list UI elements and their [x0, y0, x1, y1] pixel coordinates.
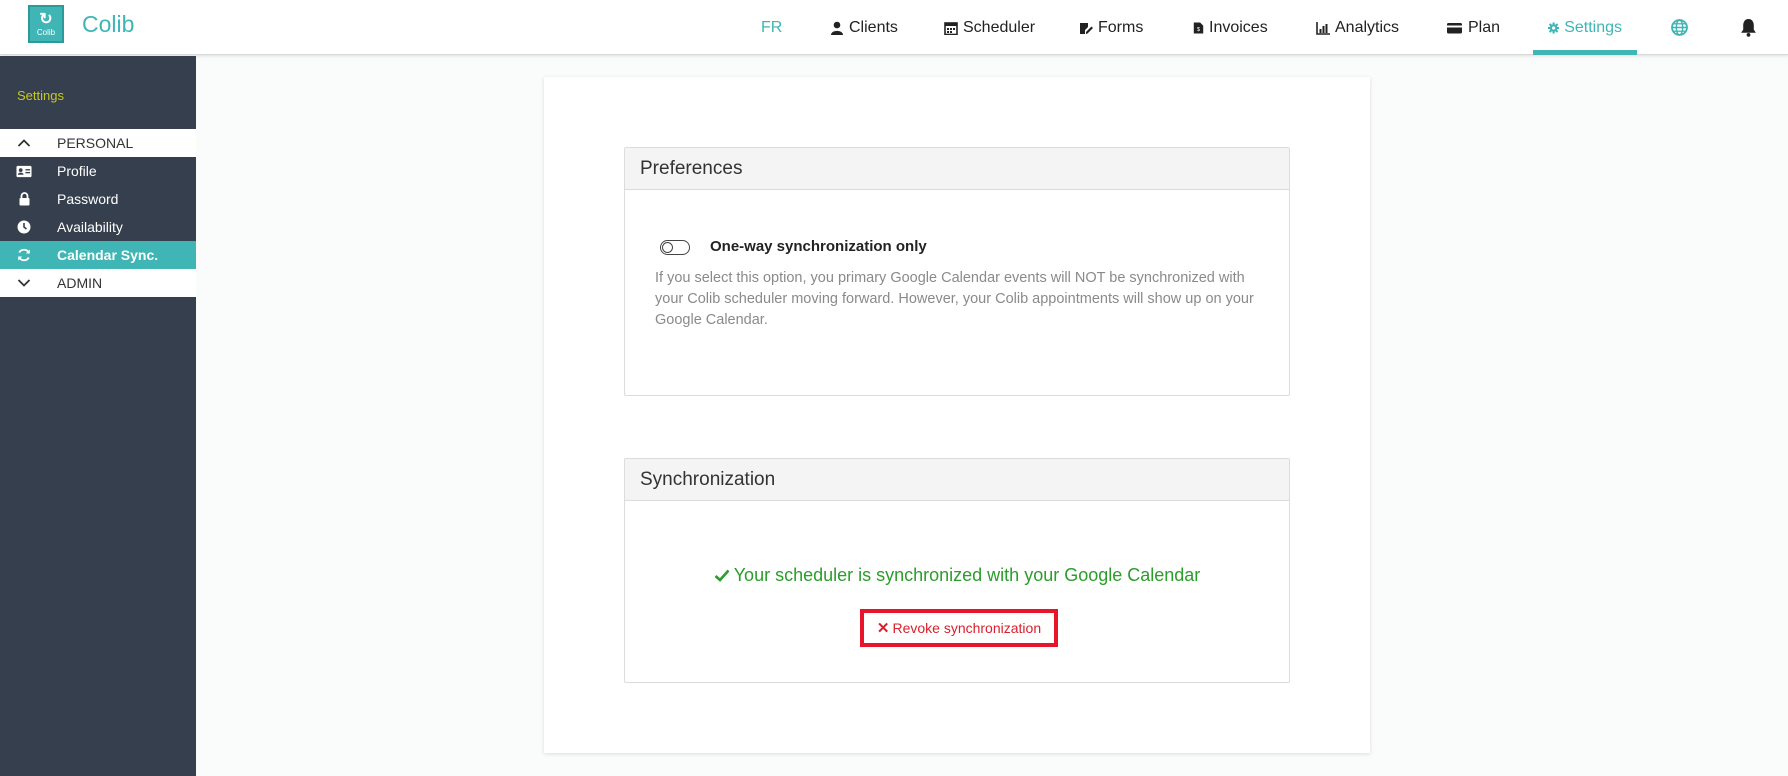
nav-settings[interactable]: Settings	[1533, 0, 1637, 55]
settings-card: Preferences One-way synchronization only…	[544, 77, 1370, 753]
globe-icon	[1671, 19, 1688, 36]
credit-card-icon	[1447, 22, 1462, 33]
preferences-panel: Preferences One-way synchronization only…	[624, 147, 1290, 396]
notifications-button[interactable]	[1740, 0, 1762, 55]
lock-icon	[16, 192, 32, 206]
check-icon	[714, 569, 730, 582]
bell-icon	[1741, 19, 1756, 37]
one-way-sync-label[interactable]: One-way synchronization only	[710, 238, 927, 255]
sidebar-group-admin[interactable]: ADMIN	[0, 269, 196, 297]
sidebar-group-personal[interactable]: PERSONAL	[0, 129, 196, 157]
sidebar-item-label: Calendar Sync.	[57, 247, 159, 263]
sidebar-group-label: PERSONAL	[57, 135, 134, 151]
app-logo[interactable]: ↻ Colib	[28, 5, 64, 43]
nav-forms[interactable]: Forms	[1079, 0, 1143, 55]
sync-icon	[16, 248, 32, 262]
logo-c-icon: ↻	[39, 10, 53, 28]
invoice-icon: $	[1193, 22, 1204, 33]
preferences-title: Preferences	[625, 148, 1289, 190]
nav-plan-label: Plan	[1468, 18, 1501, 36]
form-edit-icon	[1080, 22, 1093, 34]
sidebar-item-profile[interactable]: Profile	[0, 157, 196, 185]
nav-settings-label: Settings	[1564, 18, 1622, 36]
revoke-sync-label: Revoke synchronization	[892, 620, 1042, 636]
one-way-sync-toggle[interactable]	[660, 240, 690, 255]
nav-plan[interactable]: Plan	[1446, 0, 1500, 55]
sidebar-item-label: Availability	[57, 219, 123, 235]
sidebar-item-availability[interactable]: Availability	[0, 213, 196, 241]
sidebar-title: Settings	[17, 88, 64, 103]
settings-sidebar: Settings PERSONAL Profile Password Avail…	[0, 56, 196, 776]
chevron-down-icon	[16, 276, 32, 290]
sidebar-item-calendar-sync[interactable]: Calendar Sync.	[0, 241, 196, 269]
language-globe-button[interactable]	[1671, 0, 1693, 55]
logo-text: Colib	[36, 27, 56, 37]
language-switch-fr[interactable]: FR	[761, 0, 782, 55]
sync-status-text: Your scheduler is synchronized with your…	[733, 565, 1201, 585]
clock-icon	[16, 220, 32, 234]
id-card-icon	[16, 164, 32, 178]
user-icon	[831, 21, 843, 35]
nav-clients-label: Clients	[849, 18, 898, 36]
svg-text:$: $	[1197, 27, 1200, 33]
top-navbar: ↻ Colib Colib FR Clients Scheduler Forms…	[0, 0, 1788, 55]
nav-forms-label: Forms	[1098, 18, 1144, 36]
sidebar-group-label: ADMIN	[57, 275, 103, 291]
synchronization-panel: Synchronization Your scheduler is synchr…	[624, 458, 1290, 683]
sidebar-item-password[interactable]: Password	[0, 185, 196, 213]
nav-analytics[interactable]: Analytics	[1316, 0, 1399, 55]
toggle-knob	[662, 242, 673, 253]
one-way-sync-description: If you select this option, you primary G…	[655, 270, 1254, 328]
chevron-up-icon	[16, 136, 32, 150]
nav-analytics-label: Analytics	[1335, 18, 1400, 36]
nav-scheduler[interactable]: Scheduler	[944, 0, 1035, 55]
nav-scheduler-label: Scheduler	[963, 18, 1036, 36]
calendar-icon	[944, 21, 958, 35]
synchronization-title: Synchronization	[625, 459, 1289, 501]
sidebar-item-label: Password	[57, 191, 119, 207]
nav-invoices[interactable]: $ Invoices	[1193, 0, 1268, 55]
nav-invoices-label: Invoices	[1209, 18, 1268, 36]
brand-name[interactable]: Colib	[82, 11, 134, 38]
revoke-sync-button[interactable]: ✕ Revoke synchronization	[860, 609, 1058, 647]
nav-clients[interactable]: Clients	[830, 0, 898, 55]
close-icon: ✕	[876, 620, 890, 637]
sync-status-message: Your scheduler is synchronized with your…	[625, 565, 1289, 586]
gear-icon	[1548, 21, 1560, 34]
sidebar-item-label: Profile	[57, 163, 97, 179]
chart-icon	[1316, 21, 1330, 35]
